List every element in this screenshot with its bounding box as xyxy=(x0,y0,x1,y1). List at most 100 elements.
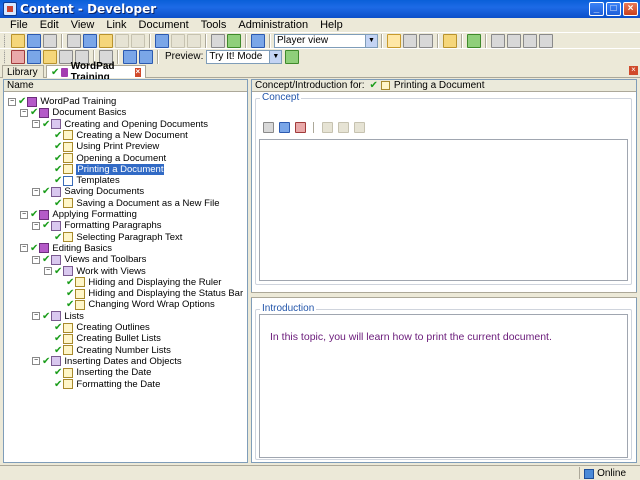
minimize-button[interactable]: _ xyxy=(589,2,604,16)
tree-node[interactable]: − ✔ WordPad Training xyxy=(8,96,116,107)
tree-node[interactable]: ✔ Selecting Paragraph Text xyxy=(44,232,182,243)
toolbar-grip[interactable] xyxy=(4,33,7,48)
new-topic-icon[interactable] xyxy=(43,49,57,64)
tree-node[interactable]: ✔ Inserting the Date xyxy=(44,367,151,378)
tree-node[interactable]: − ✔ Inserting Dates and Objects xyxy=(32,356,182,367)
introduction-text-area[interactable]: In this topic, you will learn how to pri… xyxy=(259,314,628,458)
menu-document[interactable]: Document xyxy=(133,19,195,31)
tree-node[interactable]: − ✔ Formatting Paragraphs xyxy=(32,220,162,231)
remove-link-icon[interactable] xyxy=(295,122,306,133)
collapse-icon[interactable]: − xyxy=(32,221,40,230)
menu-administration[interactable]: Administration xyxy=(232,19,314,31)
check-icon: ✔ xyxy=(66,288,75,300)
collapse-icon[interactable]: − xyxy=(8,97,16,106)
play-preview-icon[interactable] xyxy=(285,49,300,64)
menu-edit[interactable]: Edit xyxy=(34,19,65,31)
collapse-icon[interactable]: − xyxy=(32,187,40,196)
cut-icon[interactable] xyxy=(67,33,81,48)
properties-icon[interactable] xyxy=(131,33,145,48)
collapse-icon[interactable]: − xyxy=(20,210,28,219)
properties-icon[interactable] xyxy=(338,122,349,133)
check-in-icon[interactable] xyxy=(491,33,505,48)
help-icon[interactable] xyxy=(251,33,265,48)
collapse-icon[interactable]: − xyxy=(32,120,40,129)
menu-tools[interactable]: Tools xyxy=(195,19,233,31)
link-icon[interactable] xyxy=(187,33,201,48)
tree-node[interactable]: − ✔ Creating and Opening Documents xyxy=(32,119,208,130)
view-combo[interactable]: Player view ▼ xyxy=(274,33,378,48)
tree-column-header[interactable]: Name xyxy=(4,80,247,92)
collapse-icon[interactable]: − xyxy=(20,108,28,117)
chevron-down-icon[interactable]: ▼ xyxy=(365,34,377,47)
concept-content-area[interactable] xyxy=(259,139,628,281)
close-pane-icon[interactable]: × xyxy=(629,66,638,75)
tree-node[interactable]: ✔ Saving a Document as a New File xyxy=(44,198,219,209)
preview-mode-value: Try It! Mode xyxy=(209,51,263,62)
layout-horizontal-icon[interactable] xyxy=(403,33,417,48)
preview-icon[interactable] xyxy=(354,122,365,133)
tree-node[interactable]: ✔ Formatting the Date xyxy=(44,379,160,390)
tab-library[interactable]: Library xyxy=(2,65,44,78)
tree-node[interactable]: ✔ Creating Outlines xyxy=(44,322,150,333)
tree-node[interactable]: ✔ Opening a Document xyxy=(44,153,166,164)
undo-checkout-icon[interactable] xyxy=(539,33,553,48)
save-icon[interactable] xyxy=(27,33,41,48)
web-page-icon[interactable] xyxy=(279,122,290,133)
tree-node[interactable]: ✔ Creating Number Lists xyxy=(44,345,171,356)
collapse-icon[interactable]: − xyxy=(44,267,52,275)
tree-node[interactable]: − ✔ Applying Formatting xyxy=(20,209,137,220)
collapse-icon[interactable]: − xyxy=(32,357,40,366)
tree-node[interactable]: − ✔ Document Basics xyxy=(20,107,126,118)
tree-node[interactable]: ✔ Using Print Preview xyxy=(44,141,159,152)
tree-node[interactable]: − ✔ Saving Documents xyxy=(32,186,144,197)
layout-single-icon[interactable] xyxy=(387,33,401,48)
tree-node[interactable]: ✔ Hiding and Displaying the Ruler xyxy=(56,277,221,288)
tree-node[interactable]: ✔ Creating Bullet Lists xyxy=(44,333,161,344)
tree-node[interactable]: ✔ Templates xyxy=(44,175,120,186)
tree-node[interactable]: − ✔ Work with Views xyxy=(44,266,146,277)
close-tab-icon[interactable]: × xyxy=(134,67,141,77)
tree-node[interactable]: − ✔ Lists xyxy=(32,311,84,322)
tree-node[interactable]: ✔ Printing a Document xyxy=(44,163,165,175)
new-section-icon[interactable] xyxy=(27,49,41,64)
delete-icon[interactable] xyxy=(115,33,129,48)
link-icon[interactable] xyxy=(263,122,274,133)
check-out-icon[interactable] xyxy=(507,33,521,48)
close-button[interactable]: × xyxy=(623,2,638,16)
tree-node[interactable]: ✔ Hiding and Displaying the Status Bar xyxy=(56,288,243,299)
menu-help[interactable]: Help xyxy=(314,19,349,31)
document-tabs: Library ✔ WordPad Training × × xyxy=(0,61,640,83)
undo-icon[interactable] xyxy=(155,33,169,48)
menu-file[interactable]: File xyxy=(4,19,34,31)
open-folder-icon[interactable] xyxy=(11,33,25,48)
tree-node[interactable]: − ✔ Editing Basics xyxy=(20,243,112,254)
paste-icon[interactable] xyxy=(99,33,113,48)
title-bar[interactable]: Content - Developer _ □ × xyxy=(0,0,640,18)
tree-node[interactable]: ✔ Changing Word Wrap Options xyxy=(56,299,215,310)
collapse-icon[interactable]: − xyxy=(20,244,28,253)
spell-check-icon[interactable] xyxy=(227,33,241,48)
refresh-icon[interactable] xyxy=(467,33,481,48)
copy-icon[interactable] xyxy=(83,33,97,48)
tab-wordpad-training[interactable]: ✔ WordPad Training × xyxy=(46,61,146,83)
preview-mode-combo[interactable]: Try It! Mode ▼ xyxy=(206,49,283,64)
move-down-icon[interactable] xyxy=(139,49,153,64)
tree-node[interactable]: ✔ Creating a New Document xyxy=(44,130,188,141)
collapse-icon[interactable]: − xyxy=(32,255,40,264)
layout-vertical-icon[interactable] xyxy=(419,33,433,48)
save-all-icon[interactable] xyxy=(43,33,57,48)
edit-icon[interactable] xyxy=(322,122,333,133)
toolbar-grip[interactable] xyxy=(4,49,7,64)
maximize-button[interactable]: □ xyxy=(606,2,621,16)
history-icon[interactable] xyxy=(523,33,537,48)
new-module-icon[interactable] xyxy=(11,49,25,64)
menu-link[interactable]: Link xyxy=(100,19,132,31)
horizontal-splitter[interactable] xyxy=(251,292,637,298)
tree-node[interactable]: − ✔ Views and Toolbars xyxy=(32,254,146,265)
redo-icon[interactable] xyxy=(171,33,185,48)
collapse-icon[interactable]: − xyxy=(32,312,40,321)
find-icon[interactable] xyxy=(211,33,225,48)
chevron-down-icon[interactable]: ▼ xyxy=(269,50,282,63)
menu-view[interactable]: View xyxy=(65,19,101,31)
new-folder-icon[interactable] xyxy=(443,33,457,48)
